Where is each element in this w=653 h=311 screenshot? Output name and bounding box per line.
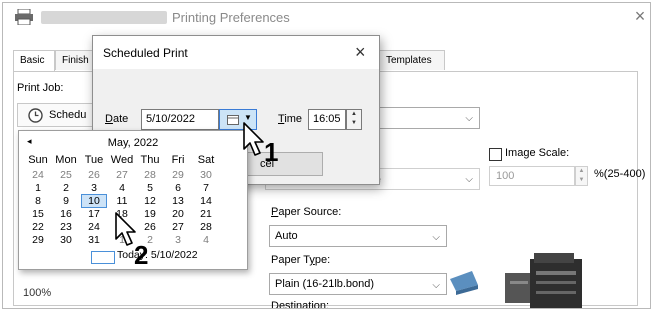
calendar-day[interactable]: 20 xyxy=(165,207,191,221)
calendar-day[interactable]: 26 xyxy=(81,168,107,182)
image-scale-checkbox[interactable] xyxy=(489,148,502,161)
calendar-day[interactable]: 14 xyxy=(193,194,219,208)
calendar-day[interactable]: 16 xyxy=(53,207,79,221)
printer-icon xyxy=(15,9,33,25)
time-input[interactable]: 16:05 xyxy=(308,109,346,130)
calendar-day[interactable]: 3 xyxy=(165,233,191,247)
callout-2: 2 xyxy=(134,240,149,270)
chevron-down-icon: ⌵ xyxy=(432,280,440,291)
calendar-icon xyxy=(227,115,239,125)
calendar-day[interactable]: 12 xyxy=(137,194,163,208)
weekday-header: Tue xyxy=(84,154,104,166)
calendar-day[interactable]: 11 xyxy=(109,194,135,208)
calendar-day[interactable]: 4 xyxy=(193,233,219,247)
weekday-header: Sat xyxy=(197,154,215,166)
date-input[interactable]: 5/10/2022 xyxy=(141,109,219,130)
image-scale-label: Image Scale: xyxy=(505,147,570,159)
tab-basic[interactable]: Basic xyxy=(13,50,55,72)
calendar-day[interactable]: 10 xyxy=(81,194,107,208)
calendar-day[interactable]: 28 xyxy=(137,168,163,182)
zoom-value: 100% xyxy=(23,287,52,299)
calendar-day[interactable]: 29 xyxy=(165,168,191,182)
calendar-day[interactable]: 13 xyxy=(165,194,191,208)
image-scale-value: 100 xyxy=(496,170,515,182)
calendar-day[interactable]: 28 xyxy=(193,220,219,234)
calendar-day[interactable]: 30 xyxy=(193,168,219,182)
image-scale-range: %(25-400) xyxy=(594,168,646,180)
calendar-day[interactable]: 17 xyxy=(81,207,107,221)
weekday-header: Mon xyxy=(55,154,77,166)
calendar-day[interactable]: 22 xyxy=(25,220,51,234)
calendar-day[interactable]: 8 xyxy=(25,194,51,208)
paper-source-select[interactable]: Auto ⌵ xyxy=(269,225,447,247)
dialog-title: Scheduled Print xyxy=(103,46,188,60)
printer-illustration-icon xyxy=(450,253,582,308)
spin-down-icon[interactable]: ▼ xyxy=(347,119,361,128)
paper-type-label: Paper Type: xyxy=(271,254,331,266)
paper-source-label: Paper Source: xyxy=(271,206,342,218)
calendar-day[interactable]: 23 xyxy=(53,220,79,234)
dialog-title-bar: Scheduled Print × xyxy=(93,36,379,69)
calendar-day[interactable]: 27 xyxy=(165,220,191,234)
calendar-day[interactable]: 2 xyxy=(53,181,79,195)
calendar-day[interactable]: 1 xyxy=(25,181,51,195)
tab-templates[interactable]: Templates xyxy=(379,50,445,70)
calendar-day[interactable]: 7 xyxy=(193,181,219,195)
callout-1: 1 xyxy=(264,137,279,167)
print-job-value: Schedu xyxy=(49,109,87,121)
spin-up-icon[interactable]: ▲ xyxy=(347,110,361,119)
calendar-day[interactable]: 31 xyxy=(81,233,107,247)
weekday-header: Sun xyxy=(28,154,48,166)
chevron-down-icon: ⌵ xyxy=(432,232,440,243)
image-scale-input: 100 xyxy=(489,166,575,186)
calendar-day[interactable]: 25 xyxy=(53,168,79,182)
weekday-header: Thu xyxy=(140,154,160,166)
image-scale-spinner[interactable]: ▲ ▼ xyxy=(575,166,588,186)
calendar-day[interactable]: 30 xyxy=(53,233,79,247)
calendar-day[interactable]: 15 xyxy=(25,207,51,221)
window-title: Printing Preferences xyxy=(172,10,290,25)
paper-type-value: Plain (16-21lb.bond) xyxy=(275,278,375,290)
calendar-day[interactable]: 4 xyxy=(109,181,135,195)
calendar-day[interactable]: 24 xyxy=(81,220,107,234)
print-job-button[interactable]: Schedu xyxy=(17,103,97,127)
title-bar: Printing Preferences × xyxy=(3,3,650,32)
chevron-down-icon: ⌵ xyxy=(465,174,473,185)
calendar-day[interactable]: 21 xyxy=(193,207,219,221)
calendar-day[interactable]: 29 xyxy=(25,233,51,247)
print-job-label: Print Job: xyxy=(17,82,64,94)
calendar-day[interactable]: 6 xyxy=(165,181,191,195)
calendar-day[interactable]: 5 xyxy=(137,181,163,195)
destination-label: Destination: xyxy=(271,300,330,309)
chevron-down-icon: ⌵ xyxy=(465,113,473,124)
weekday-header: Fri xyxy=(171,154,185,166)
today-marker xyxy=(91,251,115,264)
calendar-day[interactable]: 27 xyxy=(109,168,135,182)
paper-type-select[interactable]: Plain (16-21lb.bond) ⌵ xyxy=(269,273,447,295)
date-label: Date xyxy=(105,113,129,125)
weekday-header: Wed xyxy=(110,154,134,166)
calendar-day[interactable]: 9 xyxy=(53,194,79,208)
window-close-button[interactable]: × xyxy=(631,6,649,26)
printing-preferences-window: Printing Preferences × Basic Finish Temp… xyxy=(2,2,651,309)
calendar-day[interactable]: 3 xyxy=(81,181,107,195)
calendar-month-year[interactable]: May, 2022 xyxy=(19,137,247,149)
redacted-printer-name xyxy=(41,11,167,24)
tab-finish[interactable]: Finish xyxy=(55,50,95,70)
calendar-day[interactable]: 24 xyxy=(25,168,51,182)
dialog-close-button[interactable]: × xyxy=(355,42,366,63)
paper-source-value: Auto xyxy=(275,230,298,242)
time-spinner[interactable]: ▲ ▼ xyxy=(346,109,362,130)
clock-icon xyxy=(28,108,43,123)
